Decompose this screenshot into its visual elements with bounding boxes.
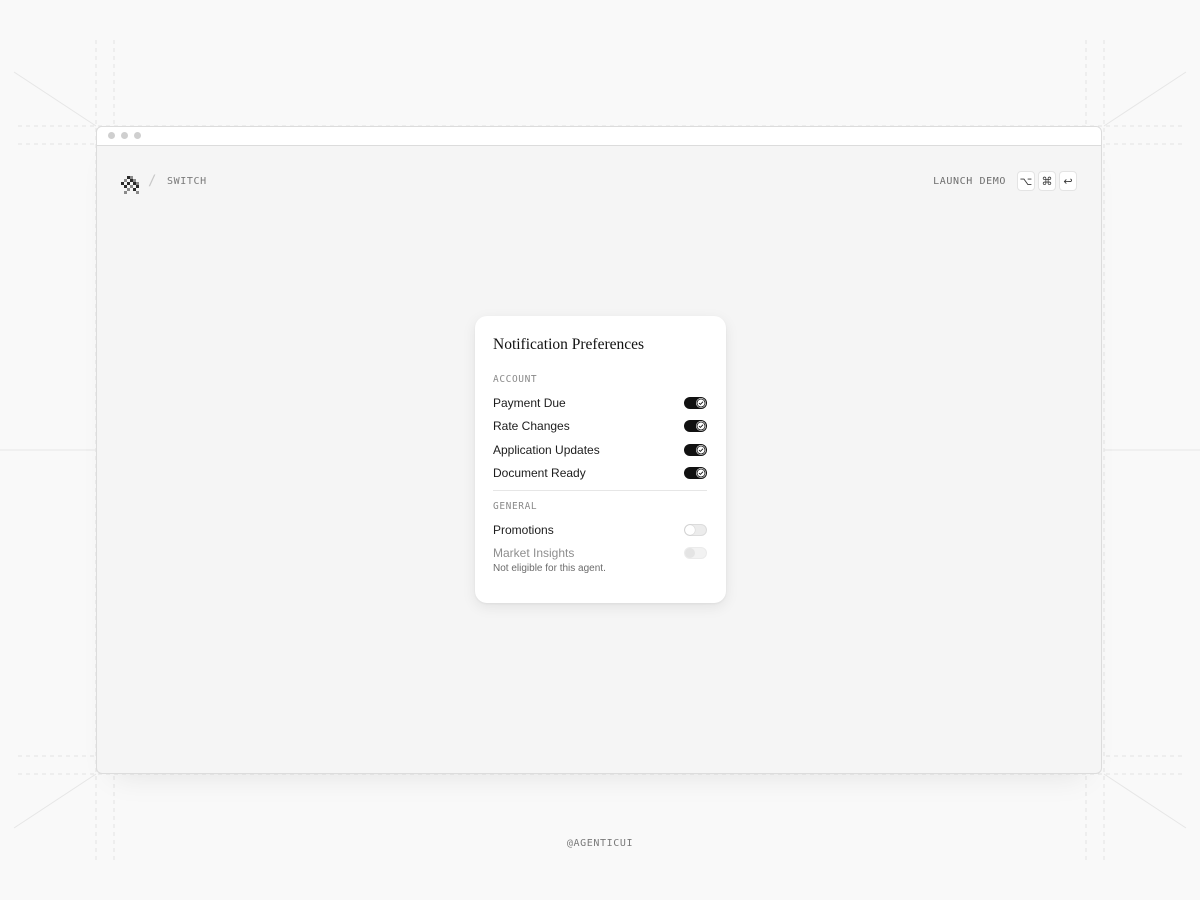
market-insights-toggle <box>684 547 707 560</box>
application-updates-toggle[interactable] <box>684 443 707 456</box>
list-item: Payment Due <box>493 391 707 415</box>
command-key-icon[interactable]: ⌘ <box>1038 171 1056 191</box>
window-titlebar <box>97 127 1101 146</box>
top-right-tools: LAUNCH DEMO ⌥ ⌘ ↩ <box>933 171 1077 191</box>
stage: / SWITCH LAUNCH DEMO ⌥ ⌘ ↩ Notification … <box>0 0 1200 900</box>
promotions-toggle[interactable] <box>684 523 707 536</box>
breadcrumb-current[interactable]: SWITCH <box>167 176 207 187</box>
top-bar: / SWITCH LAUNCH DEMO ⌥ ⌘ ↩ <box>121 171 1077 197</box>
item-label: Rate Changes <box>493 419 570 434</box>
market-insights-helper-text: Not eligible for this agent. <box>493 563 606 574</box>
check-icon <box>696 421 706 431</box>
check-icon <box>696 445 706 455</box>
list-item: Rate Changes <box>493 415 707 439</box>
rate-changes-toggle[interactable] <box>684 420 707 433</box>
list-item: Market Insights <box>493 542 707 566</box>
section-divider <box>493 490 707 491</box>
section-label-general: GENERAL <box>493 501 538 512</box>
account-list: Payment Due Rate Changes Application Upd… <box>493 391 707 485</box>
toggle-knob <box>696 468 706 479</box>
app-window: / SWITCH LAUNCH DEMO ⌥ ⌘ ↩ Notification … <box>96 126 1102 774</box>
toggle-knob <box>685 524 695 535</box>
section-label-account: ACCOUNT <box>493 374 538 385</box>
footer-handle[interactable]: @AGENTICUI <box>0 838 1200 849</box>
breadcrumb-separator: / <box>148 173 157 189</box>
toggle-knob <box>696 444 706 455</box>
check-icon <box>696 468 706 478</box>
document-ready-toggle[interactable] <box>684 467 707 480</box>
item-label: Promotions <box>493 522 554 537</box>
list-item: Promotions <box>493 518 707 542</box>
list-item: Document Ready <box>493 462 707 486</box>
pixel-logo-icon[interactable] <box>121 174 141 194</box>
toggle-knob <box>696 397 706 408</box>
return-key-icon[interactable]: ↩ <box>1059 171 1077 191</box>
window-close-dot[interactable] <box>108 132 115 139</box>
general-list: Promotions Market Insights Not eligible … <box>493 518 707 574</box>
item-label: Document Ready <box>493 466 586 481</box>
launch-demo-link[interactable]: LAUNCH DEMO <box>933 176 1006 187</box>
window-maximize-dot[interactable] <box>134 132 141 139</box>
notification-preferences-card: Notification Preferences ACCOUNT Payment… <box>475 316 726 603</box>
window-minimize-dot[interactable] <box>121 132 128 139</box>
toggle-knob <box>685 548 695 559</box>
toggle-knob <box>696 421 706 432</box>
item-label: Application Updates <box>493 442 600 457</box>
list-item: Application Updates <box>493 438 707 462</box>
item-label: Payment Due <box>493 395 566 410</box>
card-title: Notification Preferences <box>493 336 645 353</box>
item-label: Market Insights <box>493 546 575 561</box>
check-icon <box>696 398 706 408</box>
option-key-icon[interactable]: ⌥ <box>1017 171 1035 191</box>
payment-due-toggle[interactable] <box>684 396 707 409</box>
